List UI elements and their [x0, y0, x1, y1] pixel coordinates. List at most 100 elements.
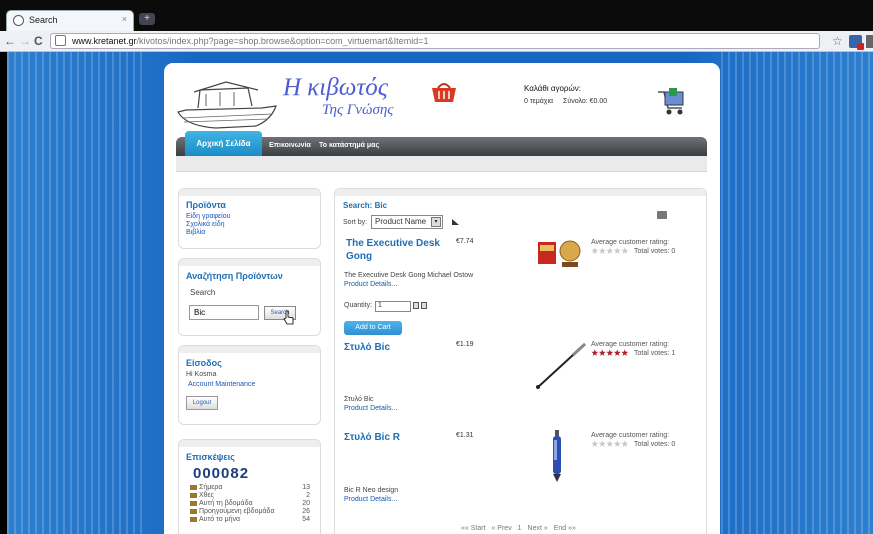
stat-label: Σήμερα [190, 484, 222, 491]
ark-logo-icon [177, 81, 277, 129]
page-icon [13, 15, 24, 26]
star-icon [606, 440, 614, 447]
star-icon [621, 349, 629, 356]
sort-label: Sort by: [343, 219, 368, 226]
shopping-cart-icon[interactable] [655, 84, 687, 118]
chevron-down-icon: ▾ [431, 217, 441, 227]
cart-summary[interactable]: 0 τεμάχια Σύνολο: €0.00 [524, 98, 615, 105]
rating-stars-icon [591, 349, 629, 356]
product-title[interactable]: Στυλό Bic [344, 341, 390, 354]
page-end-link[interactable]: End »» [554, 525, 576, 532]
reload-icon[interactable]: C [34, 34, 43, 48]
quantity-down-icon[interactable] [421, 302, 427, 309]
url-host: www.kretanet.gr [72, 36, 137, 46]
stat-value: 26 [302, 508, 310, 515]
address-bar[interactable]: www.kretanet.gr/kivotos/index.php?page=s… [50, 33, 820, 49]
add-to-cart-button[interactable]: Add to Cart [344, 321, 402, 335]
extension-icon[interactable] [849, 35, 864, 50]
new-tab-button[interactable]: + [139, 13, 155, 25]
quantity-label: Quantity: [344, 302, 373, 309]
product-details-link[interactable]: Product Details... [344, 281, 397, 288]
search-module-title: Αναζήτηση Προϊόντων [186, 271, 283, 281]
product-price: €7.74 [456, 238, 474, 245]
search-input[interactable]: Bic [189, 305, 259, 320]
category-link-office[interactable]: Είδη γραφείου [186, 213, 230, 220]
rating-stars-icon [591, 247, 629, 254]
stat-label: Αυτό το μήνα [190, 516, 240, 523]
product-image[interactable] [550, 430, 564, 482]
back-icon[interactable]: ← [4, 34, 16, 48]
site-name[interactable]: Η κιβωτός [283, 74, 388, 102]
menu-item-store[interactable]: Το κατάστημά μας [319, 142, 379, 149]
product-details-link[interactable]: Product Details... [344, 405, 397, 412]
menu-underbar [176, 156, 707, 172]
page-next-link[interactable]: Next » [528, 525, 548, 532]
search-heading: Search: Bic [343, 201, 388, 210]
visits-counter: 000082 [193, 465, 250, 482]
rating-label: Average customer rating: [591, 432, 670, 439]
star-icon [591, 349, 599, 356]
product-image[interactable] [533, 340, 589, 392]
quantity-input[interactable]: 1 [375, 301, 411, 312]
product-title[interactable]: The Executive Desk Gong [346, 237, 446, 263]
sort-value: Product Name [375, 217, 427, 226]
star-icon [613, 247, 621, 254]
total-votes: Total votes: 0 [634, 248, 676, 255]
logout-button[interactable]: Logout [186, 396, 218, 410]
stat-value: 20 [302, 500, 310, 507]
account-maintenance-link[interactable]: Account Maintenance [188, 381, 255, 388]
page-number: 1 [517, 525, 522, 532]
total-votes: Total votes: 0 [634, 441, 676, 448]
cart-item-count: 0 τεμάχια [524, 98, 554, 105]
product-price: €1.31 [456, 432, 474, 439]
login-title: Είσοδος [186, 358, 222, 368]
star-icon [591, 247, 599, 254]
product-image[interactable] [536, 236, 584, 270]
category-link-school[interactable]: Σχολικά είδη [186, 221, 225, 228]
hand-cursor-icon [283, 310, 294, 325]
forward-icon[interactable]: → [19, 34, 31, 48]
pagination: «« Start « Prev 1 Next » End »» [461, 525, 580, 532]
wrench-icon[interactable] [866, 35, 873, 48]
basket-logo-icon [432, 83, 456, 102]
browser-tabstrip: Search × + [0, 0, 873, 31]
star-icon [606, 247, 614, 254]
star-icon [621, 247, 629, 254]
print-icon[interactable] [657, 211, 667, 219]
search-label: Search [190, 288, 216, 297]
product-details-link[interactable]: Product Details... [344, 496, 397, 503]
page-start-link[interactable]: «« Start [461, 525, 486, 532]
star-icon [591, 440, 599, 447]
star-icon [598, 349, 606, 356]
sort-direction-icon[interactable] [452, 219, 459, 225]
sort-select[interactable]: Product Name ▾ [371, 215, 443, 229]
product-description: Στυλό Bic [344, 396, 374, 403]
search-module [178, 258, 321, 336]
stat-label: Προηγούμενη εβδομάδα [190, 508, 275, 515]
stat-label: Αυτή τη βδομάδα [190, 500, 253, 507]
cart-total: Σύνολο: €0.00 [563, 98, 608, 105]
browser-tab[interactable]: Search × [6, 10, 134, 31]
rating-label: Average customer rating: [591, 239, 670, 246]
extension-badge [857, 43, 864, 50]
cart-heading: Καλάθι αγορών: [524, 84, 581, 93]
close-tab-icon[interactable]: × [122, 14, 127, 24]
product-description: Bic R Neo design [344, 487, 399, 494]
module-header-strip [179, 440, 320, 447]
menu-item-home[interactable]: Αρχική Σελίδα [185, 131, 262, 156]
category-link-books[interactable]: Βιβλία [186, 229, 205, 236]
menu-item-contact[interactable]: Επικοινωνία [269, 142, 311, 149]
rating-stars-icon [591, 440, 629, 447]
star-icon [606, 349, 614, 356]
bookmark-star-icon[interactable]: ☆ [832, 34, 843, 48]
quantity-up-icon[interactable] [413, 302, 419, 309]
product-title[interactable]: Στυλό Bic R [344, 431, 400, 444]
page-prev-link[interactable]: « Prev [491, 525, 511, 532]
product-description: The Executive Desk Gong Michael Ostow [344, 272, 474, 279]
stat-label: Χθες [190, 492, 214, 499]
products-title: Προϊόντα [186, 200, 226, 210]
address-text: www.kretanet.gr/kivotos/index.php?page=s… [72, 36, 428, 46]
star-icon [613, 440, 621, 447]
star-icon [621, 440, 629, 447]
url-path: /kivotos/index.php?page=shop.browse&opti… [136, 36, 429, 46]
